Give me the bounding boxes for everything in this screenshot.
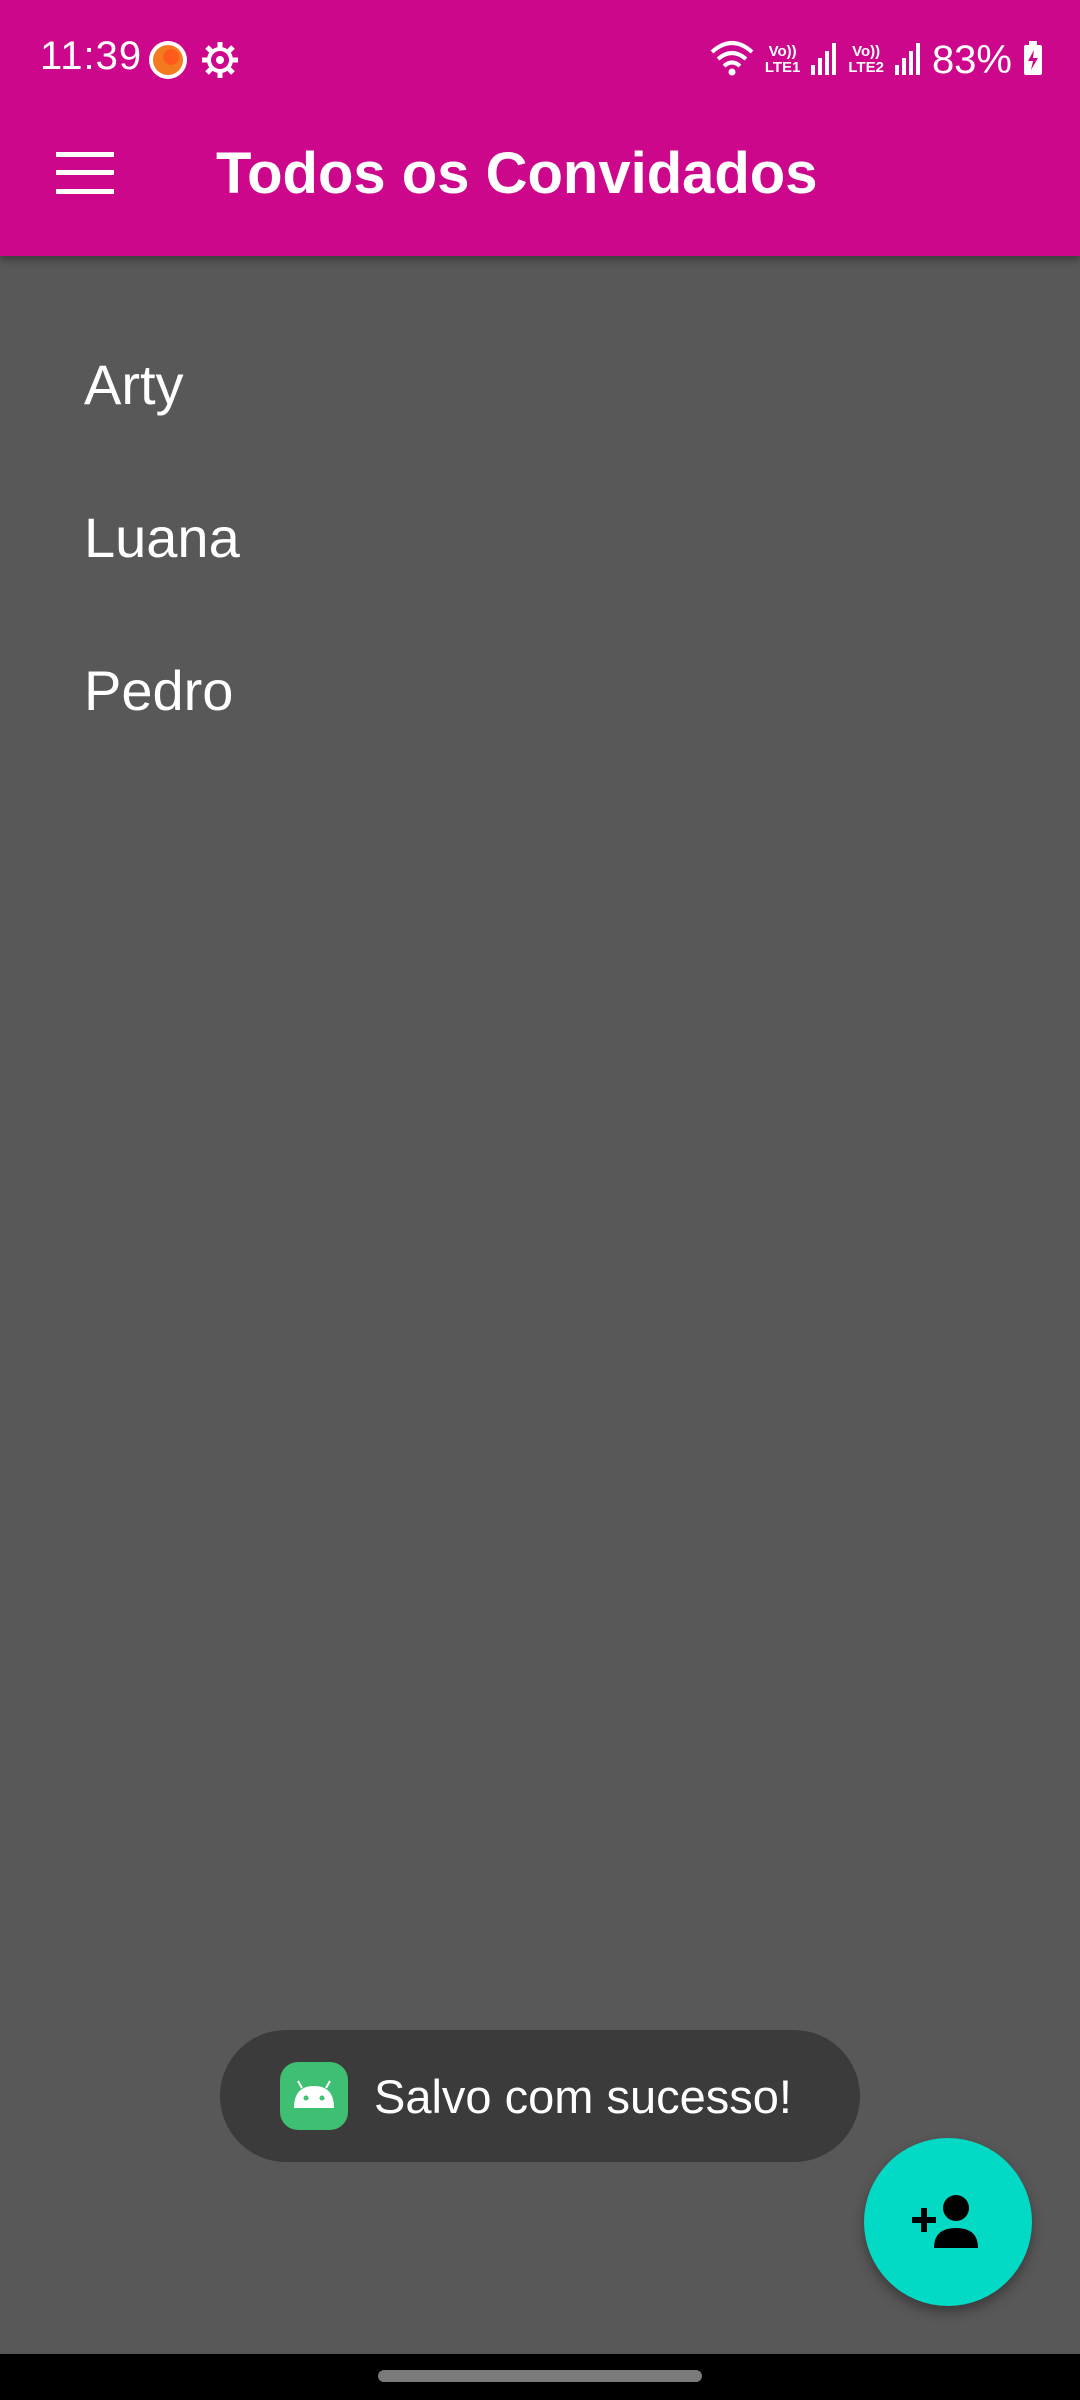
signal-icon [894,41,922,80]
android-app-icon [280,2062,348,2130]
list-item[interactable]: Luana [0,461,1080,614]
notification-icons [148,38,240,86]
list-item[interactable]: Arty [0,308,1080,461]
home-indicator[interactable] [378,2370,702,2382]
app-bar: 11:39 Vo)) LTE1 Vo)) LTE2 83% Todos os C… [0,0,1080,256]
page-title: Todos os Convidados [216,141,818,206]
add-person-icon [912,2195,978,2248]
guest-name: Arty [84,353,184,416]
signal-icon [810,41,838,80]
battery-percent: 83% [931,37,1012,82]
toast-message: Salvo com sucesso! [374,2069,792,2123]
list-item[interactable]: Pedro [0,614,1080,767]
status-bar: 11:39 Vo)) LTE1 Vo)) LTE2 83% [0,0,1080,120]
hamburger-menu-icon [56,152,114,194]
guest-list: Arty Luana Pedro [0,256,1080,767]
toast: Salvo com sucesso! [220,2030,860,2162]
status-right-icons: Vo)) LTE1 Vo)) LTE2 83% [709,34,1044,86]
sim2-label: Vo)) LTE2 [848,43,884,76]
notification-app-icon [148,40,188,85]
add-guest-button[interactable] [864,2138,1032,2306]
settings-gear-icon [200,40,240,85]
guest-name: Luana [84,506,240,569]
status-time: 11:39 [40,34,143,78]
battery-charging-icon [1022,40,1044,81]
navigation-bar [0,2354,1080,2400]
menu-button[interactable] [40,128,130,218]
sim1-label: Vo)) LTE1 [764,43,801,76]
guest-name: Pedro [84,659,234,722]
wifi-icon [709,38,755,83]
